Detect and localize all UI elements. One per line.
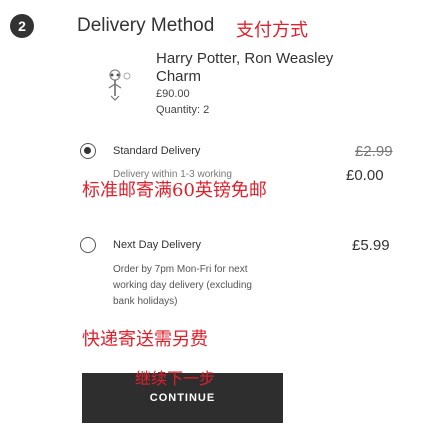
standard-delivery-price: £0.00: [346, 167, 384, 184]
continue-button-label: CONTINUE: [149, 392, 216, 404]
standard-delivery-radio[interactable]: [80, 143, 96, 159]
product-name: Harry Potter, Ron Weasley Charm: [156, 50, 334, 85]
standard-delivery-original-price: £2.99: [355, 143, 393, 160]
section-title: Delivery Method: [77, 15, 215, 36]
product-price: £90.00: [156, 88, 190, 100]
next-day-delivery-radio[interactable]: [80, 237, 96, 253]
next-day-delivery-price: £5.99: [352, 237, 390, 254]
product-quantity: Quantity: 2: [156, 104, 210, 116]
next-day-description-line: working day delivery (excluding: [113, 280, 252, 291]
next-day-description-line: Order by 7pm Mon-Fri for next: [113, 264, 248, 275]
charm-image-icon: [100, 66, 134, 106]
step-number-badge: 2: [10, 14, 34, 38]
standard-delivery-label[interactable]: Standard Delivery: [113, 145, 200, 157]
next-day-delivery-annotation: 快递寄送需另费: [82, 329, 208, 350]
continue-annotation: 继续下一步: [135, 369, 216, 388]
next-day-delivery-label[interactable]: Next Day Delivery: [113, 239, 201, 251]
standard-delivery-annotation: 标准邮寄满60英镑免邮: [82, 180, 267, 201]
next-day-description-line: bank holidays): [113, 296, 178, 307]
title-annotation: 支付方式: [236, 20, 308, 41]
next-day-delivery-description: Order by 7pm Mon-Fri for next working da…: [113, 262, 252, 310]
